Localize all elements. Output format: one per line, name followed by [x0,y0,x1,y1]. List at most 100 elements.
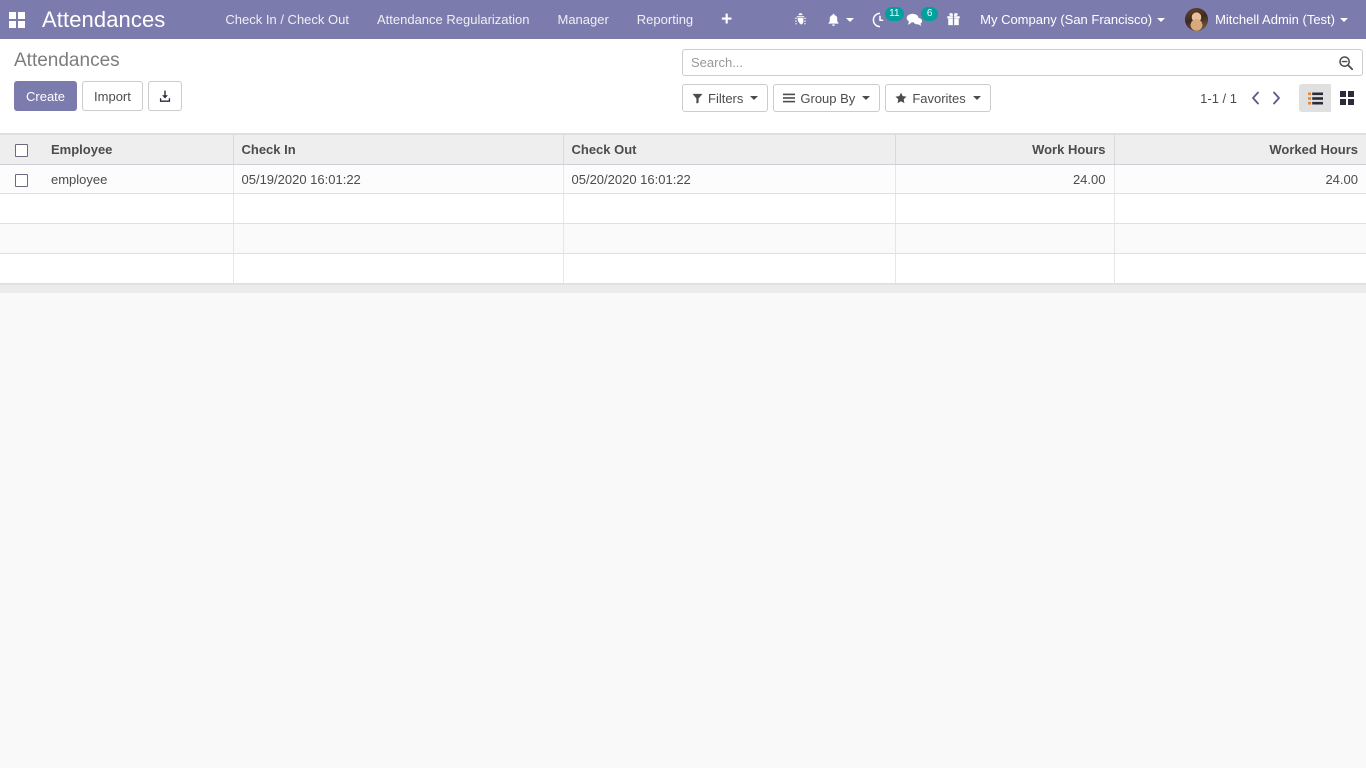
gift-icon [947,13,960,26]
row-checkbox[interactable] [15,173,28,187]
top-navbar: Attendances Check In / Check Out Attenda… [0,0,1366,39]
pager: 1-1 / 1 [1192,84,1363,112]
search-view [682,49,1363,76]
chevron-left-icon [1252,91,1259,105]
kanban-view-icon [1340,91,1354,105]
empty-cell [232,223,563,255]
app-brand-title[interactable]: Attendances [34,7,175,33]
empty-cell [1113,253,1366,285]
company-name: My Company (San Francisco) [980,12,1153,27]
empty-cell [43,193,233,225]
chevron-down-icon [1157,17,1166,22]
apps-menu-button[interactable] [0,0,34,39]
filters-dropdown[interactable]: Filters [682,84,769,112]
chevron-down-icon [862,96,871,100]
list-view-container: Employee Check In Check Out Work Hours W… [0,133,1366,294]
empty-row [0,253,1366,285]
page-background [0,293,1366,768]
group-by-dropdown[interactable]: Group By [773,84,881,112]
user-name: Mitchell Admin (Test) [1215,12,1335,27]
list-view-button[interactable] [1299,84,1331,112]
control-panel-left: Attendances Create Import [14,49,182,111]
empty-cell [232,193,563,225]
chevron-down-icon [972,96,981,100]
empty-cell [894,253,1114,285]
avatar [1185,8,1209,31]
menu-item-manager[interactable]: Manager [543,0,622,39]
select-all-checkbox[interactable] [15,144,28,158]
table-body: employee 05/19/2020 16:01:22 05/20/2020 … [0,164,1366,285]
apps-grid-icon [9,11,25,28]
menu-item-check-in-out[interactable]: Check In / Check Out [211,0,363,39]
empty-cell [232,253,563,285]
create-button[interactable]: Create [14,81,78,111]
export-button[interactable] [147,81,182,111]
column-header-work-hours[interactable]: Work Hours [894,133,1114,166]
select-all-header[interactable] [0,133,43,166]
attendances-table: Employee Check In Check Out Work Hours W… [0,133,1366,285]
navbar-right-tools: 11 6 My Company (San Francisco) Mitchell… [784,0,1366,39]
empty-cell [562,193,895,225]
list-bottom-bar [0,284,1366,294]
cell-employee: employee [43,164,233,195]
column-header-check-in[interactable]: Check In [232,133,563,166]
search-input[interactable] [683,50,1334,75]
pager-previous-button[interactable] [1245,91,1266,105]
import-button[interactable]: Import [82,81,143,111]
cell-check-in: 05/19/2020 16:01:22 [232,164,563,195]
row-select-cell[interactable] [0,164,43,195]
group-by-label: Group By [800,90,856,106]
empty-row [0,193,1366,225]
filters-label: Filters [708,90,744,106]
action-buttons: Create Import [14,81,182,111]
column-header-worked-hours[interactable]: Worked Hours [1113,133,1366,166]
pager-next-button[interactable] [1266,91,1287,105]
main-menu: Check In / Check Out Attendance Regulari… [211,0,746,39]
empty-cell [1113,223,1366,255]
favorites-dropdown[interactable]: Favorites [885,84,991,112]
view-switcher [1299,84,1363,112]
chevron-right-icon [1273,91,1280,105]
column-header-check-out[interactable]: Check Out [562,133,895,166]
column-header-employee[interactable]: Employee [43,133,233,166]
cell-check-out: 05/20/2020 16:01:22 [562,164,895,195]
empty-cell [43,253,233,285]
list-view-icon [1307,92,1323,104]
list-lines-icon [783,93,796,104]
activities-button[interactable]: 11 [863,0,904,39]
chevron-down-icon [1340,17,1348,22]
search-icon [1339,55,1354,70]
kanban-view-button[interactable] [1331,84,1363,112]
add-menu-button[interactable]: + [707,0,746,39]
empty-cell [894,193,1114,225]
company-switcher[interactable]: My Company (San Francisco) [970,0,1175,39]
debug-bug-button[interactable] [784,0,817,39]
bell-icon [828,13,839,26]
download-icon [159,90,170,102]
cell-work-hours: 24.00 [894,164,1114,195]
user-menu[interactable]: Mitchell Admin (Test) [1175,0,1358,39]
empty-cell [562,223,895,255]
filter-funnel-icon [692,93,703,104]
control-panel-right: Filters Group By [674,39,1366,112]
table-header: Employee Check In Check Out Work Hours W… [0,133,1366,166]
notifications-button[interactable] [817,0,863,39]
empty-cell [562,253,895,285]
control-panel: Attendances Create Import Search... Filt… [0,39,1366,134]
search-button[interactable] [1334,55,1362,71]
messages-button[interactable]: 6 [897,0,939,39]
empty-cell [0,223,43,255]
empty-cell [1113,193,1366,225]
menu-item-reporting[interactable]: Reporting [623,0,707,39]
empty-row [0,223,1366,255]
empty-cell [43,223,233,255]
pager-value[interactable]: 1-1 / 1 [1192,91,1245,106]
cell-worked-hours: 24.00 [1113,164,1366,195]
menu-item-attendance-regularization[interactable]: Attendance Regularization [363,0,544,39]
gift-button[interactable] [937,0,970,39]
star-icon [895,92,907,104]
favorites-label: Favorites [912,90,966,106]
empty-cell [894,223,1114,255]
page-title: Attendances [14,50,120,71]
table-row[interactable]: employee 05/19/2020 16:01:22 05/20/2020 … [0,164,1366,195]
